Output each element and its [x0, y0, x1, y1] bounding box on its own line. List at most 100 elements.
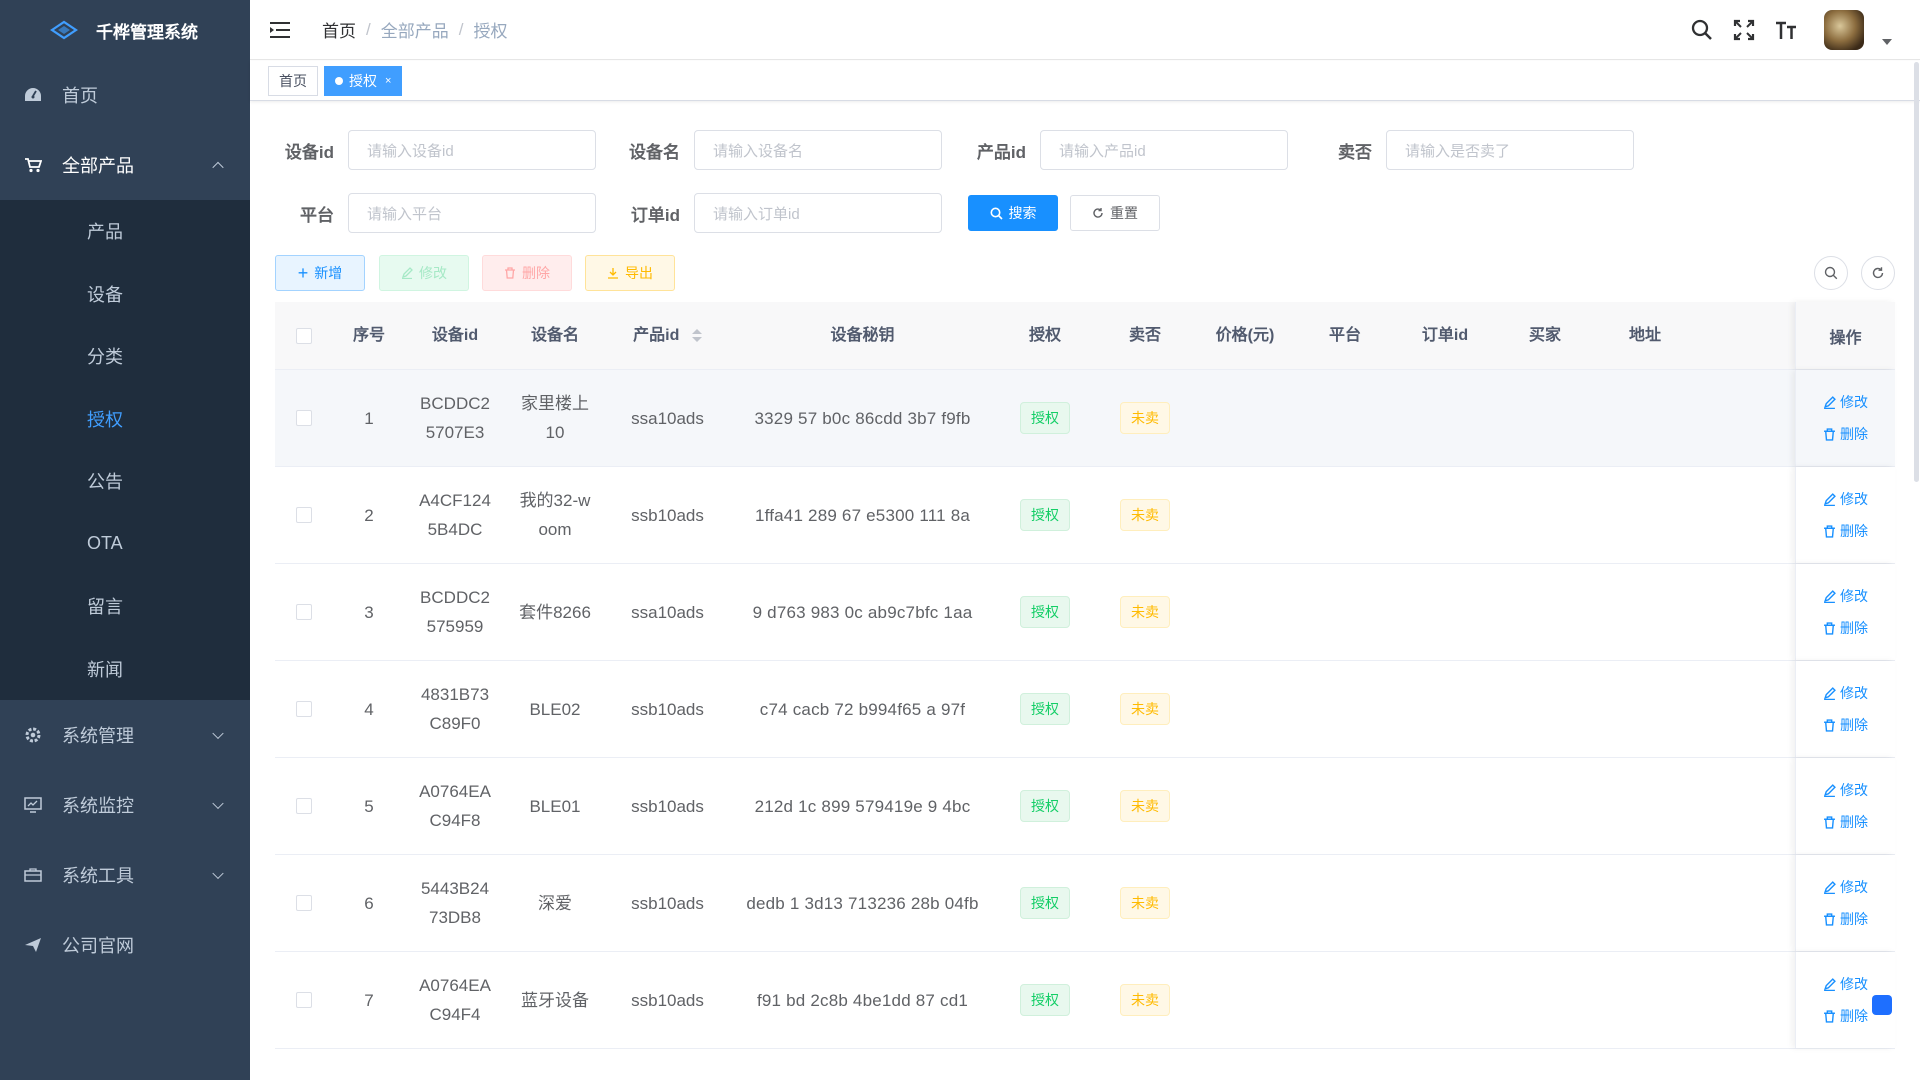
row-delete-button[interactable]: 删除: [1823, 1006, 1868, 1026]
row-delete-button[interactable]: 删除: [1823, 812, 1868, 832]
cell-actions: 修改 删除: [1795, 370, 1895, 466]
reset-button[interactable]: 重置: [1070, 195, 1160, 231]
edit-button[interactable]: 修改: [379, 255, 469, 291]
device-name-input[interactable]: 请输入设备名: [694, 130, 942, 170]
tag-home[interactable]: 首页: [268, 65, 318, 96]
reset-button-label: 重置: [1110, 205, 1138, 221]
top-navbar: 首页 / 全部产品 / 授权: [250, 0, 1920, 60]
breadcrumb: 首页 / 全部产品 / 授权: [322, 17, 507, 42]
sidebar-submenu-products: 产品 设备 分类 授权 公告 OTA 留言 新闻: [0, 200, 250, 700]
sidebar-item-home[interactable]: 首页: [0, 60, 250, 130]
table-row[interactable]: 2 A4CF124 5B4DC 我的32-w oom ssb10ads 1ffa41…: [275, 467, 1895, 564]
table-row[interactable]: 5 A0764EA C94F8 BLE01 ssb10ads 212d 1c 89…: [275, 758, 1895, 855]
search-button[interactable]: 搜索: [968, 195, 1058, 231]
cell-product-id: ssa10ads: [631, 602, 704, 622]
plus-icon: +: [297, 263, 309, 283]
font-size-icon[interactable]: [1774, 18, 1798, 42]
sort-icon[interactable]: [691, 329, 702, 343]
chevron-down-icon: [212, 867, 224, 880]
row-edit-button[interactable]: 修改: [1823, 586, 1868, 606]
table-row[interactable]: 3 BCDDC2 575959 套件8266 ssa10ads 9 d763 98…: [275, 564, 1895, 661]
fullscreen-icon[interactable]: [1732, 18, 1756, 42]
column-header-sold: 卖否: [1128, 327, 1161, 344]
auth-tag: 授权: [1020, 596, 1070, 628]
sold-tag: 未卖: [1120, 596, 1170, 628]
row-delete-button[interactable]: 删除: [1823, 424, 1868, 444]
cell-secret: f91 bd 2c8b 4be1dd 87 cd1: [756, 990, 969, 1010]
row-delete-button[interactable]: 删除: [1823, 618, 1868, 638]
table-row[interactable]: 6 5443B24 73DB8 深爱 ssb10ads dedb 1 3d13 7…: [275, 855, 1895, 952]
sidebar-item-all-products[interactable]: 全部产品: [0, 130, 250, 200]
refresh-table-button[interactable]: [1861, 256, 1895, 290]
row-edit-button[interactable]: 修改: [1823, 392, 1868, 412]
row-checkbox[interactable]: [296, 701, 312, 717]
platform-input[interactable]: 请输入平台: [348, 193, 596, 233]
cell-product-id: ssa10ads: [631, 408, 704, 428]
row-checkbox[interactable]: [296, 604, 312, 620]
toggle-search-button[interactable]: [1814, 256, 1848, 290]
page-scrollbar[interactable]: [1912, 0, 1920, 1080]
sidebar-subitem-news[interactable]: 新闻: [0, 638, 250, 701]
select-all-checkbox[interactable]: [296, 327, 312, 344]
caret-down-icon[interactable]: [1882, 39, 1892, 45]
sidebar-item-label: 系统监控: [62, 796, 134, 816]
sidebar-subitem-message[interactable]: 留言: [0, 575, 250, 638]
sidebar-item-system-tools[interactable]: 系统工具: [0, 840, 250, 910]
close-icon[interactable]: ×: [385, 75, 391, 87]
column-header-device-name: 设备名: [530, 327, 579, 344]
floating-assistant-icon[interactable]: [1872, 995, 1892, 1015]
monitor-icon: [24, 796, 42, 814]
form-item-order-id: 订单id 请输入订单id: [610, 193, 942, 233]
row-edit-button[interactable]: 修改: [1823, 780, 1868, 800]
row-checkbox[interactable]: [296, 992, 312, 1008]
order-id-input[interactable]: 请输入订单id: [694, 193, 942, 233]
sold-input[interactable]: 请输入是否卖了: [1386, 130, 1634, 170]
cell-device-id: A4CF124 5B4DC: [419, 491, 491, 539]
breadcrumb-all-products[interactable]: 全部产品: [381, 17, 449, 42]
row-delete-button[interactable]: 删除: [1823, 909, 1868, 929]
row-edit-button[interactable]: 修改: [1823, 489, 1868, 509]
export-button[interactable]: 导出: [585, 255, 675, 291]
product-id-input[interactable]: 请输入产品id: [1040, 130, 1288, 170]
cell-device-name: 深爱: [538, 893, 572, 913]
row-delete-button[interactable]: 删除: [1823, 521, 1868, 541]
breadcrumb-current: 授权: [473, 22, 508, 41]
sidebar-item-system-monitor[interactable]: 系统监控: [0, 770, 250, 840]
form-item-platform: 平台 请输入平台: [264, 193, 596, 233]
table-body: 1 BCDDC2 5707E3 家里楼上 10 ssa10ads 3329 57 b…: [275, 370, 1895, 1049]
edit-icon: [1824, 783, 1836, 797]
table-header: 序号 设备id 设备名 产品id 设备秘钥 授权 卖否 价格(元) 平台 订单i…: [275, 302, 1895, 370]
cell-device-id: 4831B73 C89F0: [420, 685, 490, 733]
breadcrumb-home[interactable]: 首页: [322, 17, 356, 42]
table-row[interactable]: 4 4831B73 C89F0 BLE02 ssb10ads c74 cacb 7…: [275, 661, 1895, 758]
row-checkbox[interactable]: [296, 798, 312, 814]
avatar[interactable]: [1824, 10, 1864, 50]
row-checkbox[interactable]: [296, 410, 312, 426]
sold-label: 卖否: [1338, 142, 1372, 162]
search-icon[interactable]: [1690, 18, 1714, 42]
sidebar-subitem-product[interactable]: 产品: [0, 200, 250, 263]
sidebar-item-company-site[interactable]: 公司官网: [0, 910, 250, 980]
logo[interactable]: 千桦管理系统: [0, 0, 250, 60]
row-delete-button[interactable]: 删除: [1823, 715, 1868, 735]
table-row[interactable]: 7 A0764EA C94F4 蓝牙设备 ssb10ads f91 bd 2c8b…: [275, 952, 1895, 1049]
sidebar-subitem-device[interactable]: 设备: [0, 263, 250, 326]
hamburger-icon[interactable]: [270, 21, 290, 39]
device-id-input[interactable]: 请输入设备id: [348, 130, 596, 170]
sidebar-subitem-ota[interactable]: OTA: [0, 513, 250, 576]
search-button-label: 搜索: [1008, 205, 1037, 221]
row-edit-button[interactable]: 修改: [1823, 683, 1868, 703]
column-header-product-id[interactable]: 产品id: [605, 321, 730, 350]
delete-button[interactable]: 删除: [482, 255, 572, 291]
add-button[interactable]: + 新增: [275, 255, 365, 291]
sidebar-item-system-management[interactable]: 系统管理: [0, 700, 250, 770]
row-edit-button[interactable]: 修改: [1823, 877, 1868, 897]
sidebar-subitem-category[interactable]: 分类: [0, 325, 250, 388]
row-checkbox[interactable]: [296, 895, 312, 911]
sidebar-subitem-notice[interactable]: 公告: [0, 450, 250, 513]
row-checkbox[interactable]: [296, 507, 312, 523]
row-edit-button[interactable]: 修改: [1823, 974, 1868, 994]
tag-current[interactable]: 授权 ×: [324, 65, 403, 96]
sidebar-subitem-authorization[interactable]: 授权: [0, 388, 250, 451]
table-row[interactable]: 1 BCDDC2 5707E3 家里楼上 10 ssa10ads 3329 57 b…: [275, 370, 1895, 467]
